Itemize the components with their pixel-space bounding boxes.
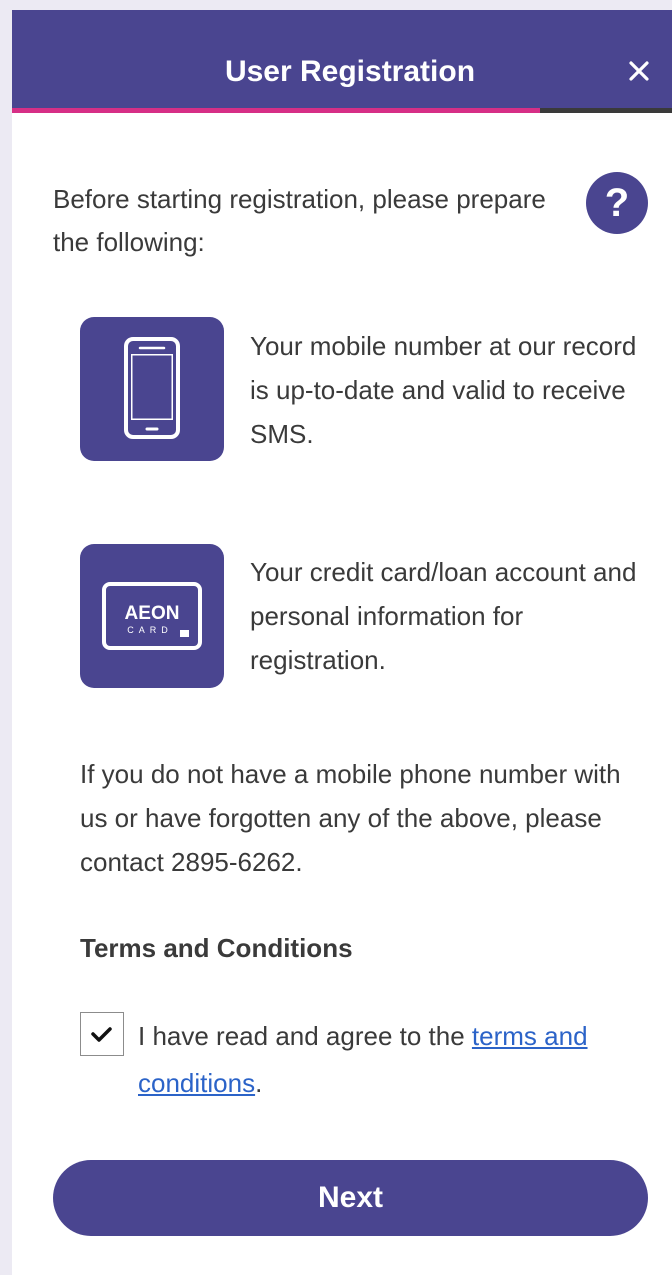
page-title: User Registration: [224, 55, 476, 88]
progress-bar: [12, 108, 672, 113]
card-word-text: CARD: [127, 625, 173, 635]
intro-text: Before starting registration, please pre…: [53, 184, 546, 257]
terms-heading: Terms and Conditions: [80, 933, 353, 963]
close-button[interactable]: [622, 54, 656, 88]
help-button[interactable]: ?: [586, 172, 648, 234]
checkmark-icon: [91, 1027, 112, 1042]
agree-prefix: I have read and agree to the: [138, 1021, 472, 1051]
requirement-card-text: Your credit card/loan account and person…: [250, 557, 637, 675]
card-brand-text: AEON: [125, 603, 180, 624]
mobile-phone-icon: [124, 337, 180, 439]
aeon-card-tile: AEON CARD: [80, 544, 224, 688]
agree-text: I have read and agree to the terms and c…: [138, 1013, 618, 1107]
agree-checkbox[interactable]: [80, 1012, 124, 1056]
agree-suffix: .: [255, 1068, 263, 1098]
contact-note: If you do not have a mobile phone number…: [80, 759, 621, 877]
registration-panel: User Registration Before starting regist…: [12, 10, 672, 1275]
requirement-mobile-text: Your mobile number at our record is up-t…: [250, 331, 637, 449]
close-icon: [629, 61, 649, 81]
aeon-card-icon: AEON CARD: [102, 582, 202, 650]
header-bar: User Registration: [12, 10, 672, 110]
mobile-phone-tile: [80, 317, 224, 461]
next-button[interactable]: Next: [53, 1160, 648, 1236]
progress-bar-fill: [12, 108, 540, 113]
question-mark-icon: ?: [604, 181, 630, 225]
